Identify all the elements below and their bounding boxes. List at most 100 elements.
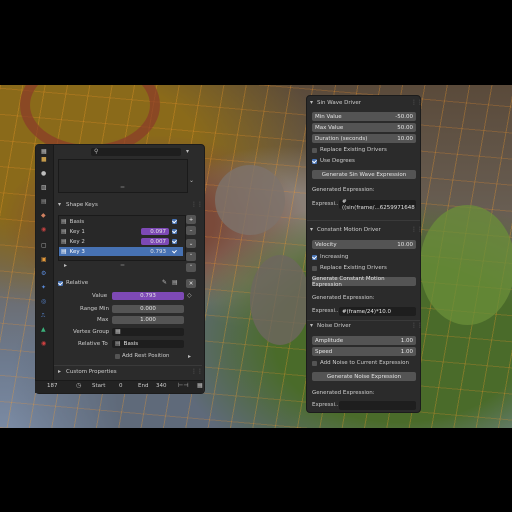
generate-sin-button[interactable]: Generate Sin Wave Expression [312,170,416,179]
tool-icon[interactable]: ■ [41,157,47,163]
move-down-button[interactable]: ˅ [186,263,196,272]
vertex-group-field[interactable]: ▦ [112,328,184,336]
frame-icon[interactable]: ▦ [197,383,203,389]
speed-field[interactable]: Speed 1.00 [312,347,416,356]
relative-to-value: Basis [123,341,139,347]
add-shape-key-button[interactable]: + [186,215,196,224]
particles-icon[interactable]: ✦ [41,285,46,291]
clock-icon: ◷ [76,382,82,389]
options-icon[interactable]: ▾ [186,149,189,155]
material-icon[interactable]: ◉ [41,341,46,347]
shape-keys-title[interactable]: Shape Keys [66,202,98,208]
remove-shape-key-button[interactable]: – [186,226,196,235]
generate-noise-button[interactable]: Generate Noise Expression [312,372,416,381]
constant-expression-field[interactable]: #(frame/24)*10.0 [339,307,416,316]
sin-expression-label: Expressi... [312,201,341,207]
clear-button[interactable]: ✕ [186,279,196,288]
range-icon[interactable]: ⊢⊣ [178,383,188,389]
min-value-field[interactable]: Min Value -50.00 [312,112,416,121]
noise-expression-field[interactable] [339,401,416,410]
shape-key-row[interactable]: ▤ Basis [61,217,183,226]
shape-key-mute-checkbox[interactable] [172,249,177,254]
noise-generated-label: Generated Expression: [312,390,375,396]
use-degrees-checkbox[interactable] [312,159,317,164]
duration-field[interactable]: Duration (seconds) 10.00 [312,134,416,143]
view-layer-icon[interactable]: ▤ [41,199,47,205]
relative-to-field[interactable]: ▤ Basis [112,340,184,348]
generate-constant-button[interactable]: Generate Constant Motion Expression [312,276,416,288]
editor-type-icon[interactable]: ▦ [41,149,47,155]
vertex-group-label: Vertex Group [73,329,110,335]
collection-icon[interactable]: ▢ [41,243,47,249]
noise-title[interactable]: Noise Driver [317,323,351,329]
value-slider[interactable]: 0.793 [112,292,184,300]
expand-chevron-icon[interactable]: ▾ [310,323,313,329]
sin-wave-title[interactable]: Sin Wave Driver [317,100,361,106]
divider [307,220,420,221]
value-label: Value [92,293,108,299]
constant-replace-checkbox[interactable] [312,266,317,271]
vertex-group-icon: ▦ [115,328,121,335]
current-frame[interactable]: 187 [47,383,58,389]
shape-key-mute-checkbox[interactable] [172,229,177,234]
shape-key-specials-button[interactable]: ⌄ [186,239,196,248]
machinery [250,255,310,345]
sin-replace-checkbox[interactable] [312,148,317,153]
list-resize-icon[interactable]: = [120,185,125,191]
green-structure [420,205,512,325]
panel-drag-icon[interactable]: ⋮⋮ [191,369,203,375]
object-icon[interactable]: ▣ [41,257,47,263]
pin-icon[interactable]: ✎ [162,280,167,286]
collapse-chevron-icon[interactable]: ▸ [58,369,61,375]
panel-drag-icon[interactable]: ⋮⋮ [411,100,423,106]
render-icon[interactable]: ● [41,171,46,177]
relative-checkbox[interactable] [58,281,63,286]
shape-key-mute-checkbox[interactable] [172,219,177,224]
edit-mode-icon[interactable]: ▤ [172,280,178,286]
sin-expression-field[interactable]: #((sin(frame/...6259971648 [339,199,416,211]
shape-key-value[interactable]: 0.007 [141,238,169,245]
search-input[interactable]: ⚲ [91,148,181,156]
cursor-arrow-icon: ▸ [188,353,192,360]
list-resize-icon[interactable]: = [120,263,125,269]
custom-properties-title[interactable]: Custom Properties [66,369,117,375]
start-value[interactable]: 0 [119,383,123,389]
panel-drag-icon[interactable]: ⋮⋮ [191,202,203,208]
constant-motion-title[interactable]: Constant Motion Driver [317,227,381,233]
constraints-icon[interactable]: ⎍ [41,313,45,319]
amplitude-field[interactable]: Amplitude 1.00 [312,336,416,345]
shape-key-value[interactable]: 0.097 [141,228,169,235]
physics-icon[interactable]: ◎ [41,299,46,305]
min-value-label: Min Value [315,113,342,120]
data-icon[interactable]: ▲ [41,327,46,333]
expand-chevron-icon[interactable]: ▾ [310,100,313,106]
shape-key-icon: ▤ [61,217,67,225]
relative-label: Relative [66,280,89,286]
panel-drag-icon[interactable]: ⋮⋮ [411,323,423,329]
modifier-icon[interactable]: ⚙ [41,271,46,277]
scene-icon[interactable]: ◆ [41,213,46,219]
velocity-field[interactable]: Velocity 10.00 [312,240,416,249]
max-value-field[interactable]: Max Value 50.00 [312,123,416,132]
end-value[interactable]: 340 [156,383,167,389]
panel-drag-icon[interactable]: ⋮⋮ [411,227,423,233]
list-expand-icon[interactable]: ▸ [64,263,67,269]
output-icon[interactable]: ▨ [41,185,47,191]
shape-key-mute-checkbox[interactable] [172,239,177,244]
start-label: Start [92,383,106,389]
add-noise-checkbox[interactable] [312,361,317,366]
list-scroll-down-icon[interactable]: ⌄ [189,178,194,184]
expand-chevron-icon[interactable]: ▾ [310,227,313,233]
shape-key-name: Key 3 [69,248,85,255]
expand-chevron-icon[interactable]: ▾ [58,202,61,208]
increasing-label: Increasing [320,254,349,260]
increasing-checkbox[interactable] [312,255,317,260]
world-icon[interactable]: ◉ [41,227,46,233]
add-rest-label: Add Rest Position [122,353,170,359]
keyframe-icon[interactable]: ◇ [187,293,192,299]
add-rest-checkbox[interactable] [115,354,120,359]
max-field[interactable]: 1.000 [112,316,184,324]
move-up-button[interactable]: ˄ [186,252,196,261]
range-min-field[interactable]: 0.000 [112,305,184,313]
shape-key-value[interactable]: 0.793 [141,248,169,255]
